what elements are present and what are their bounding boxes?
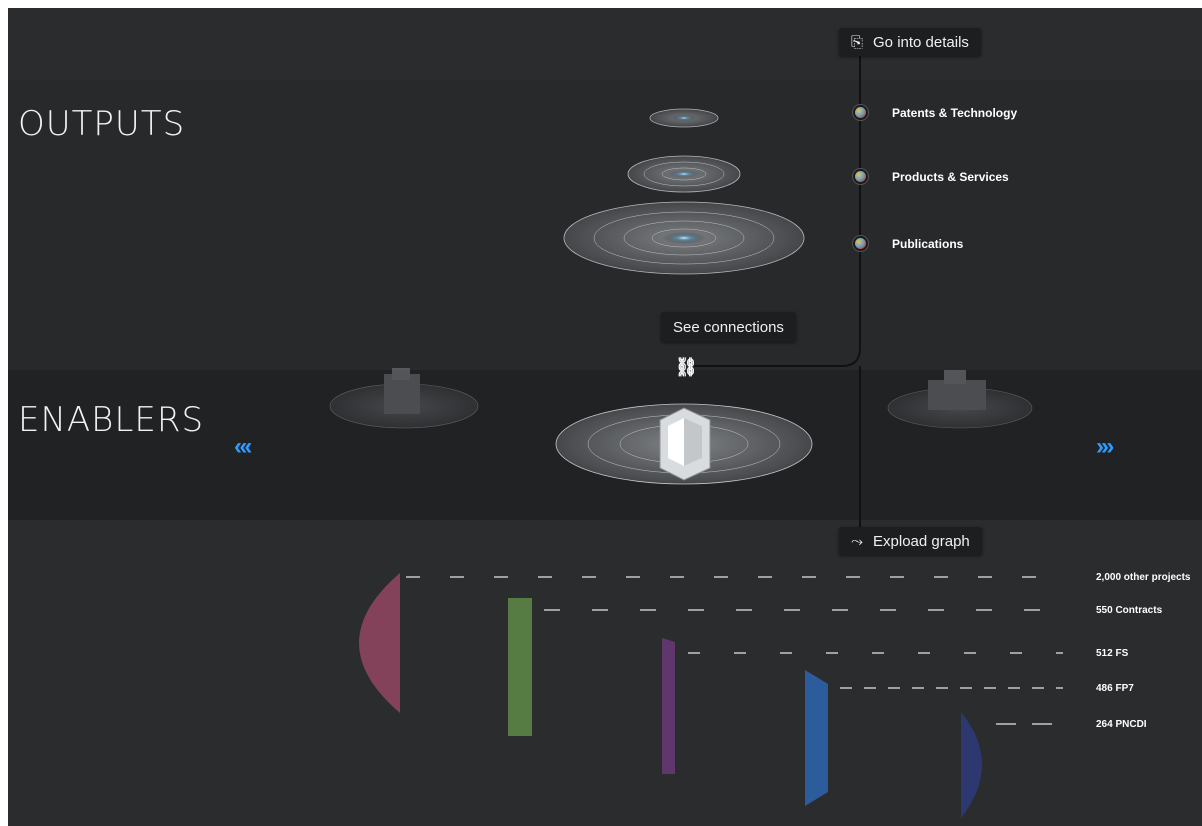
go-into-details-button[interactable]: ⎘ Go into details [839,28,981,56]
legend-dot-icon [853,236,868,251]
legend-item-publications[interactable]: Publications [853,236,963,251]
see-connections-label: See connections [673,318,784,336]
details-icon: ⎘ [851,33,864,51]
graph-label-contracts: 550 Contracts [1096,605,1163,616]
funding-shape-pncdi [961,712,982,818]
expload-graph-button[interactable]: ⤳ Expload graph [839,527,982,555]
see-connections-tooltip: See connections [661,312,796,342]
expload-graph-label: Expload graph [873,532,970,550]
output-disc-small [649,108,719,128]
legend-dot-icon [853,105,868,120]
section-title-enablers: ENABLERS [18,400,205,440]
funding-shape-other-projects [359,573,400,713]
legend-dot-icon [853,169,868,184]
output-disc-large [563,201,805,275]
legend-item-products[interactable]: Products & Services [853,169,1009,184]
app-canvas: OUTPUTS ENABLERS ⎘ Go into details Paten… [8,8,1202,826]
graph-label-fp7: 486 FP7 [1096,683,1134,694]
enabler-disc-left [329,368,479,429]
section-title-outputs: OUTPUTS [18,104,186,144]
graph-label-fs: 512 FS [1096,648,1129,659]
legend-label: Patents & Technology [892,105,1018,120]
chevron-left-icon[interactable]: «‹ [234,433,252,461]
enabler-disc-center [555,403,813,485]
connections-icon[interactable]: ⛓ [675,357,698,378]
go-into-details-label: Go into details [873,33,969,51]
graph-label-pncdi: 264 PNCDI [1096,719,1147,730]
legend-label: Products & Services [892,169,1009,184]
funding-shape-fs [662,638,675,774]
enabler-disc-right [887,370,1033,429]
funding-shape-contracts [508,598,532,736]
funding-shape-fp7 [805,670,828,806]
output-disc-medium [627,155,741,193]
graph-label-other-projects: 2,000 other projects [1096,572,1191,583]
chevron-right-icon[interactable]: ›» [1096,433,1114,461]
legend-label: Publications [892,236,964,251]
expload-icon: ⤳ [851,532,864,550]
legend-item-patents[interactable]: Patents & Technology [853,105,1017,120]
